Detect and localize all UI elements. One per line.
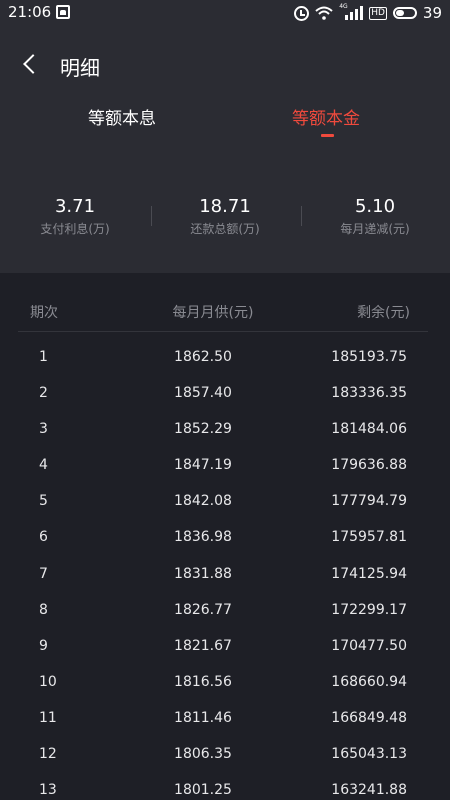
alarm-icon <box>294 5 310 21</box>
hd-voice-icon: HD <box>369 6 387 20</box>
notification-icon <box>56 5 70 19</box>
status-bar: 21:06 4G HD 39 <box>0 0 450 26</box>
cell-remaining: 172299.17 <box>331 601 407 618</box>
active-tab-indicator <box>321 134 334 137</box>
battery-icon <box>392 7 417 19</box>
summary-total-value: 18.71 <box>199 196 251 217</box>
cell-remaining: 181484.06 <box>331 421 407 438</box>
table-row: 10 1816.56 168660.94 <box>0 665 450 701</box>
cell-remaining: 183336.35 <box>331 385 407 402</box>
table-row: 12 1806.35 165043.13 <box>0 737 450 773</box>
summary-interest-value: 3.71 <box>54 196 96 217</box>
table-row: 11 1811.46 166849.48 <box>0 701 450 737</box>
summary-total: 18.71 还款总额(万) <box>150 196 300 237</box>
cell-remaining: 185193.75 <box>331 349 407 365</box>
header-remaining: 剩余(元) <box>357 305 410 321</box>
cell-remaining: 179636.88 <box>331 457 407 474</box>
battery-level: 39 <box>422 4 442 22</box>
cell-remaining: 168660.94 <box>331 673 407 690</box>
cell-remaining: 166849.48 <box>331 709 407 726</box>
tab-equal-installment[interactable]: 等额本息 <box>88 104 156 129</box>
table-row: 6 1836.98 175957.81 <box>0 520 450 556</box>
table-row: 7 1831.88 174125.94 <box>0 557 450 593</box>
signal-icon: 4G <box>339 3 364 20</box>
table-row: 3 1852.29 181484.06 <box>0 412 450 448</box>
wifi-icon <box>315 6 333 20</box>
status-icons: 4G HD 39 <box>294 3 442 23</box>
cell-remaining: 170477.50 <box>331 637 407 654</box>
summary-interest-label: 支付利息(万) <box>40 222 110 236</box>
summary-decrease-value: 5.10 <box>354 196 396 217</box>
status-time: 21:06 <box>8 3 52 21</box>
table-row: 8 1826.77 172299.17 <box>0 593 450 629</box>
table-row: 1 1862.50 185193.75 <box>0 340 450 376</box>
summary-decrease: 5.10 每月递减(元) <box>300 196 450 237</box>
table-row: 9 1821.67 170477.50 <box>0 629 450 665</box>
cell-remaining: 163241.88 <box>331 782 407 799</box>
table-row: 5 1842.08 177794.79 <box>0 484 450 520</box>
summary-total-label: 还款总额(万) <box>190 222 260 236</box>
table-row: 13 1801.25 163241.88 <box>0 773 450 800</box>
table-row: 2 1857.40 183336.35 <box>0 376 450 412</box>
payment-table[interactable]: 1 1862.50 185193.75 2 1857.40 183336.35 3 185… <box>0 340 450 800</box>
tab-equal-principal[interactable]: 等额本金 <box>292 104 360 129</box>
cell-remaining: 165043.13 <box>331 746 407 763</box>
page-title: 明细 <box>60 56 100 80</box>
header-monthly-payment: 每月月供(元) <box>172 305 254 321</box>
table-header: 期次 每月月供(元) 剩余(元) <box>18 298 428 332</box>
cell-remaining: 177794.79 <box>331 493 407 510</box>
table-row: 4 1847.19 179636.88 <box>0 448 450 484</box>
network-type-label: 4G <box>339 3 348 10</box>
back-button[interactable] <box>20 52 42 78</box>
summary-interest: 3.71 支付利息(万) <box>0 196 150 237</box>
cell-remaining: 175957.81 <box>331 529 407 546</box>
cell-remaining: 174125.94 <box>331 565 407 582</box>
summary-decrease-label: 每月递减(元) <box>340 222 410 236</box>
